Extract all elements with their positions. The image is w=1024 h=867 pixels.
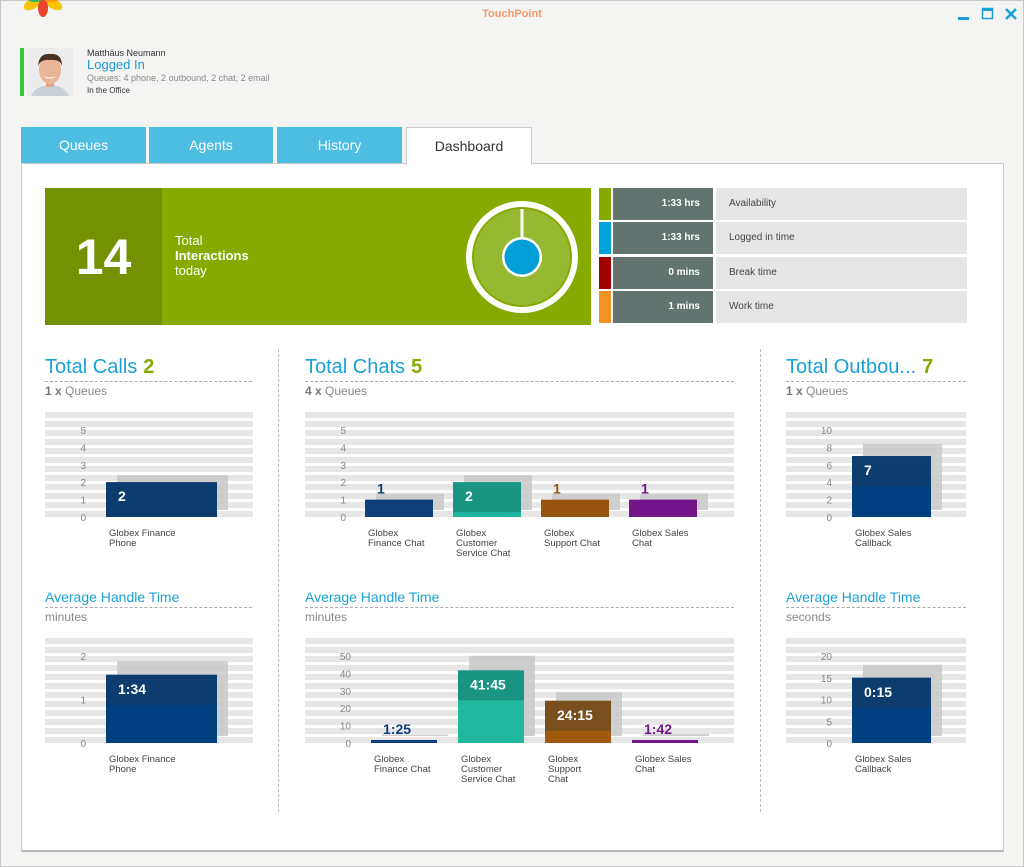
grid-stripe [45,421,253,427]
y-tick-label: 5 [80,426,86,437]
y-tick-label: 3 [80,461,86,472]
y-tick-label: 30 [340,687,352,698]
y-tick-label: 1 [80,496,86,507]
bar-value-label: 2 [118,488,126,504]
y-tick-label: 10 [340,722,352,733]
y-tick-label: 4 [80,443,86,454]
y-tick-label: 1 [80,696,86,707]
grid-stripe [45,457,253,463]
bar [632,740,698,743]
grid-stripe [305,412,734,418]
category-label: Finance Chat [368,538,425,549]
bar [371,740,437,743]
grid-stripe [45,439,253,445]
y-tick-label: 5 [826,717,832,728]
y-tick-label: 20 [340,704,352,715]
y-tick-label: 0 [345,739,351,750]
grid-stripe [305,421,734,427]
y-tick-label: 40 [340,669,352,680]
grid-stripe [786,412,966,418]
grid-stripe [305,457,734,463]
bar-value-label: 1 [377,481,385,497]
bar-value-label: 1 [641,481,649,497]
bar-value-label: 41:45 [470,676,506,692]
grid-stripe [305,638,734,644]
grid-stripe [305,439,734,445]
bar [629,499,697,517]
grid-stripe [45,638,253,644]
y-tick-label: 2 [80,652,86,663]
y-tick-label: 20 [821,652,833,663]
y-tick-label: 8 [826,443,832,454]
grid-stripe [786,647,966,653]
grid-stripe [305,466,734,472]
y-tick-label: 4 [340,443,346,454]
y-tick-label: 2 [340,478,346,489]
bar-value-label: 7 [864,462,872,478]
category-label: Chat [632,538,652,549]
bar-value-label: 2 [465,488,473,504]
y-tick-label: 50 [340,652,352,663]
grid-stripe [786,656,966,662]
y-tick-label: 0 [826,513,832,524]
y-tick-label: 10 [821,426,833,437]
grid-stripe [45,412,253,418]
category-label: Service Chat [456,548,511,559]
grid-stripe [786,430,966,436]
category-label: Phone [109,764,136,775]
bar-value-label: 0:15 [864,684,892,700]
y-tick-label: 15 [821,674,833,685]
grid-stripe [45,466,253,472]
grid-stripe [305,430,734,436]
y-tick-label: 1 [340,496,346,507]
y-tick-label: 3 [340,461,346,472]
y-tick-label: 0 [80,513,86,524]
grid-stripe [305,448,734,454]
category-label: Support Chat [544,538,600,549]
category-label: Callback [855,764,892,775]
bar-value-label: 1:42 [644,721,672,737]
y-tick-label: 6 [826,461,832,472]
grid-stripe [45,430,253,436]
bar-value-label: 24:15 [557,707,593,723]
category-label: Service Chat [461,774,516,785]
category-label: Chat [635,764,655,775]
grid-stripe [45,448,253,454]
bar-top [453,482,521,513]
tab-dashboard[interactable]: Dashboard [406,127,532,165]
y-tick-label: 2 [80,478,86,489]
grid-stripe [45,647,253,653]
bar-value-label: 1:34 [118,681,146,697]
bar [365,499,433,517]
y-tick-label: 0 [340,513,346,524]
bar-value-label: 1:25 [383,721,411,737]
y-tick-label: 4 [826,478,832,489]
grid-stripe [786,638,966,644]
bar [541,499,609,517]
category-label: Finance Chat [374,764,431,775]
grid-stripe [45,656,253,662]
category-label: Callback [855,538,892,549]
category-label: Phone [109,538,136,549]
grid-stripe [786,421,966,427]
y-tick-label: 0 [826,739,832,750]
y-tick-label: 5 [340,426,346,437]
y-tick-label: 0 [80,739,86,750]
bar-value-label: 1 [553,481,561,497]
grid-stripe [305,647,734,653]
category-label: Chat [548,774,568,785]
y-tick-label: 10 [821,696,833,707]
y-tick-label: 2 [826,496,832,507]
